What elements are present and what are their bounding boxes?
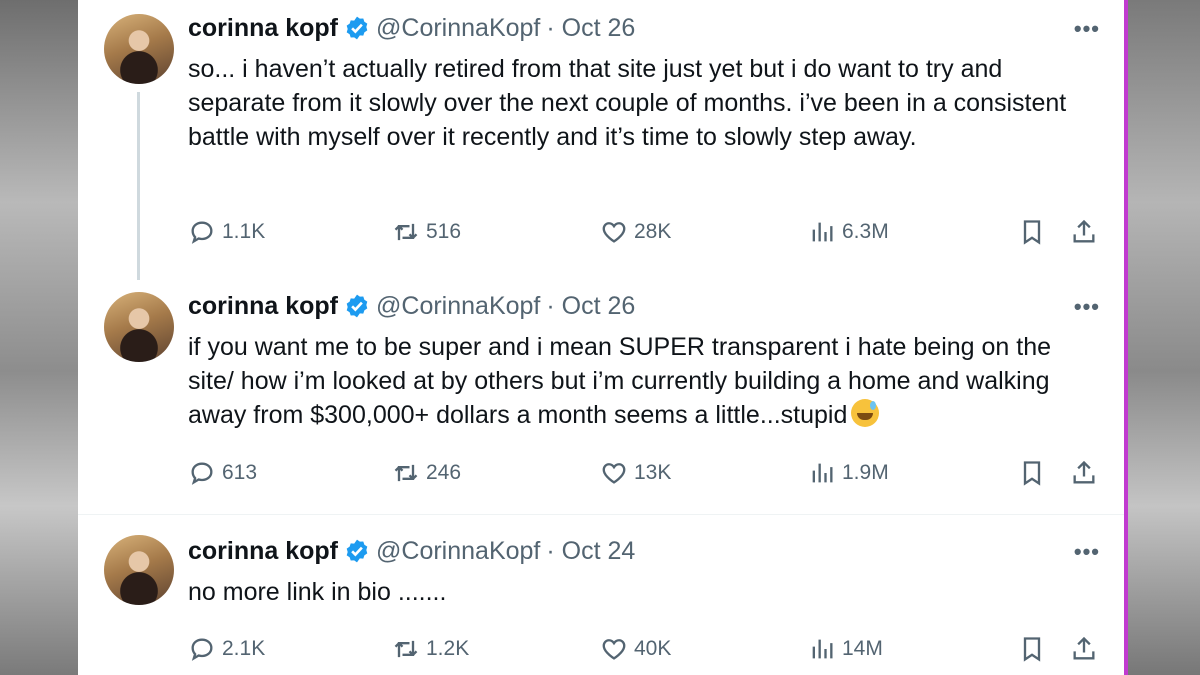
heart-icon	[602, 639, 626, 660]
avatar[interactable]	[104, 292, 174, 362]
more-options-icon[interactable]: •••	[1074, 16, 1100, 42]
grinning-sweat-emoji-icon	[851, 399, 880, 427]
views-chart-icon	[812, 463, 833, 483]
display-name[interactable]: corinna kopf	[188, 537, 338, 566]
like-count: 13K	[634, 461, 672, 484]
share-icon	[1073, 219, 1095, 243]
retweet-count: 1.2K	[426, 637, 470, 660]
view-count: 14M	[842, 637, 883, 660]
like-count: 40K	[634, 637, 672, 660]
timestamp[interactable]: · Oct 26	[546, 14, 635, 43]
tweet-3[interactable]: corinna kopf @CorinnaKopf · Oct 24 ••• n…	[78, 514, 1124, 675]
timestamp[interactable]: · Oct 26	[546, 292, 635, 321]
more-options-icon[interactable]: •••	[1074, 539, 1100, 565]
views-button[interactable]: 14M	[808, 632, 883, 666]
tweet-1[interactable]: corinna kopf @CorinnaKopf · Oct 26 ••• s…	[78, 0, 1124, 280]
share-button[interactable]	[1070, 632, 1098, 666]
heart-icon	[602, 222, 626, 243]
views-button[interactable]: 6.3M	[808, 215, 889, 249]
like-button[interactable]: 40K	[600, 632, 671, 666]
bookmark-button[interactable]	[1018, 215, 1046, 249]
view-count: 6.3M	[842, 220, 889, 243]
view-count: 1.9M	[842, 461, 889, 484]
retweet-icon	[394, 223, 418, 241]
avatar[interactable]	[104, 535, 174, 605]
tweet-text: so... i haven’t actually retired from th…	[188, 55, 1067, 151]
tweet-thread-panel: corinna kopf @CorinnaKopf · Oct 26 ••• s…	[78, 0, 1124, 675]
retweet-count: 246	[426, 461, 462, 484]
avatar[interactable]	[104, 14, 174, 84]
bookmark-icon	[1023, 461, 1041, 486]
like-button[interactable]: 13K	[600, 456, 671, 490]
tweet-actions: 1.1K 516 28K 6.3M	[188, 215, 1108, 249]
share-icon	[1073, 460, 1095, 484]
tweet-actions: 2.1K 1.2K 40K 14M	[188, 632, 1108, 666]
retweet-icon	[394, 464, 418, 482]
tweet-actions: 613 246 13K 1.9M	[188, 456, 1108, 490]
like-count: 28K	[634, 220, 672, 243]
handle[interactable]: @CorinnaKopf	[376, 292, 540, 321]
reply-icon	[191, 221, 213, 244]
reply-button[interactable]: 613	[188, 456, 257, 490]
tweet-header: corinna kopf @CorinnaKopf · Oct 24	[188, 535, 635, 567]
share-button[interactable]	[1070, 456, 1098, 490]
display-name[interactable]: corinna kopf	[188, 14, 338, 43]
verified-badge-icon	[346, 294, 368, 318]
tweet-text: if you want me to be super and i mean SU…	[188, 333, 1052, 429]
bookmark-button[interactable]	[1018, 632, 1046, 666]
verified-badge-icon	[346, 16, 368, 40]
retweet-count: 516	[426, 220, 462, 243]
views-button[interactable]: 1.9M	[808, 456, 889, 490]
frame-border	[1124, 0, 1128, 675]
verified-badge-icon	[346, 539, 368, 563]
views-chart-icon	[812, 222, 833, 242]
reply-button[interactable]: 2.1K	[188, 632, 265, 666]
tweet-text-container: if you want me to be super and i mean SU…	[188, 330, 1088, 432]
retweet-icon	[394, 640, 418, 658]
reply-count: 2.1K	[222, 637, 266, 660]
retweet-button[interactable]: 246	[392, 456, 461, 490]
reply-button[interactable]: 1.1K	[188, 215, 265, 249]
thread-connector-line	[137, 92, 140, 280]
tweet-2[interactable]: corinna kopf @CorinnaKopf · Oct 26 ••• i…	[78, 282, 1124, 512]
bookmark-button[interactable]	[1018, 456, 1046, 490]
background-right	[1128, 0, 1200, 675]
heart-icon	[602, 463, 626, 484]
handle[interactable]: @CorinnaKopf	[376, 14, 540, 43]
reply-count: 613	[222, 461, 258, 484]
tweet-header: corinna kopf @CorinnaKopf · Oct 26	[188, 12, 635, 44]
reply-icon	[191, 462, 213, 485]
views-chart-icon	[812, 639, 833, 659]
share-button[interactable]	[1070, 215, 1098, 249]
timestamp[interactable]: · Oct 24	[546, 537, 635, 566]
handle[interactable]: @CorinnaKopf	[376, 537, 540, 566]
share-icon	[1073, 636, 1095, 660]
more-options-icon[interactable]: •••	[1074, 294, 1100, 320]
bookmark-icon	[1023, 220, 1041, 245]
display-name[interactable]: corinna kopf	[188, 292, 338, 321]
tweet-text: no more link in bio .......	[188, 578, 447, 606]
reply-icon	[191, 638, 213, 661]
retweet-button[interactable]: 516	[392, 215, 461, 249]
bookmark-icon	[1023, 637, 1041, 662]
tweet-header: corinna kopf @CorinnaKopf · Oct 26	[188, 290, 635, 322]
background-left	[0, 0, 78, 675]
reply-count: 1.1K	[222, 220, 266, 243]
retweet-button[interactable]: 1.2K	[392, 632, 469, 666]
like-button[interactable]: 28K	[600, 215, 671, 249]
